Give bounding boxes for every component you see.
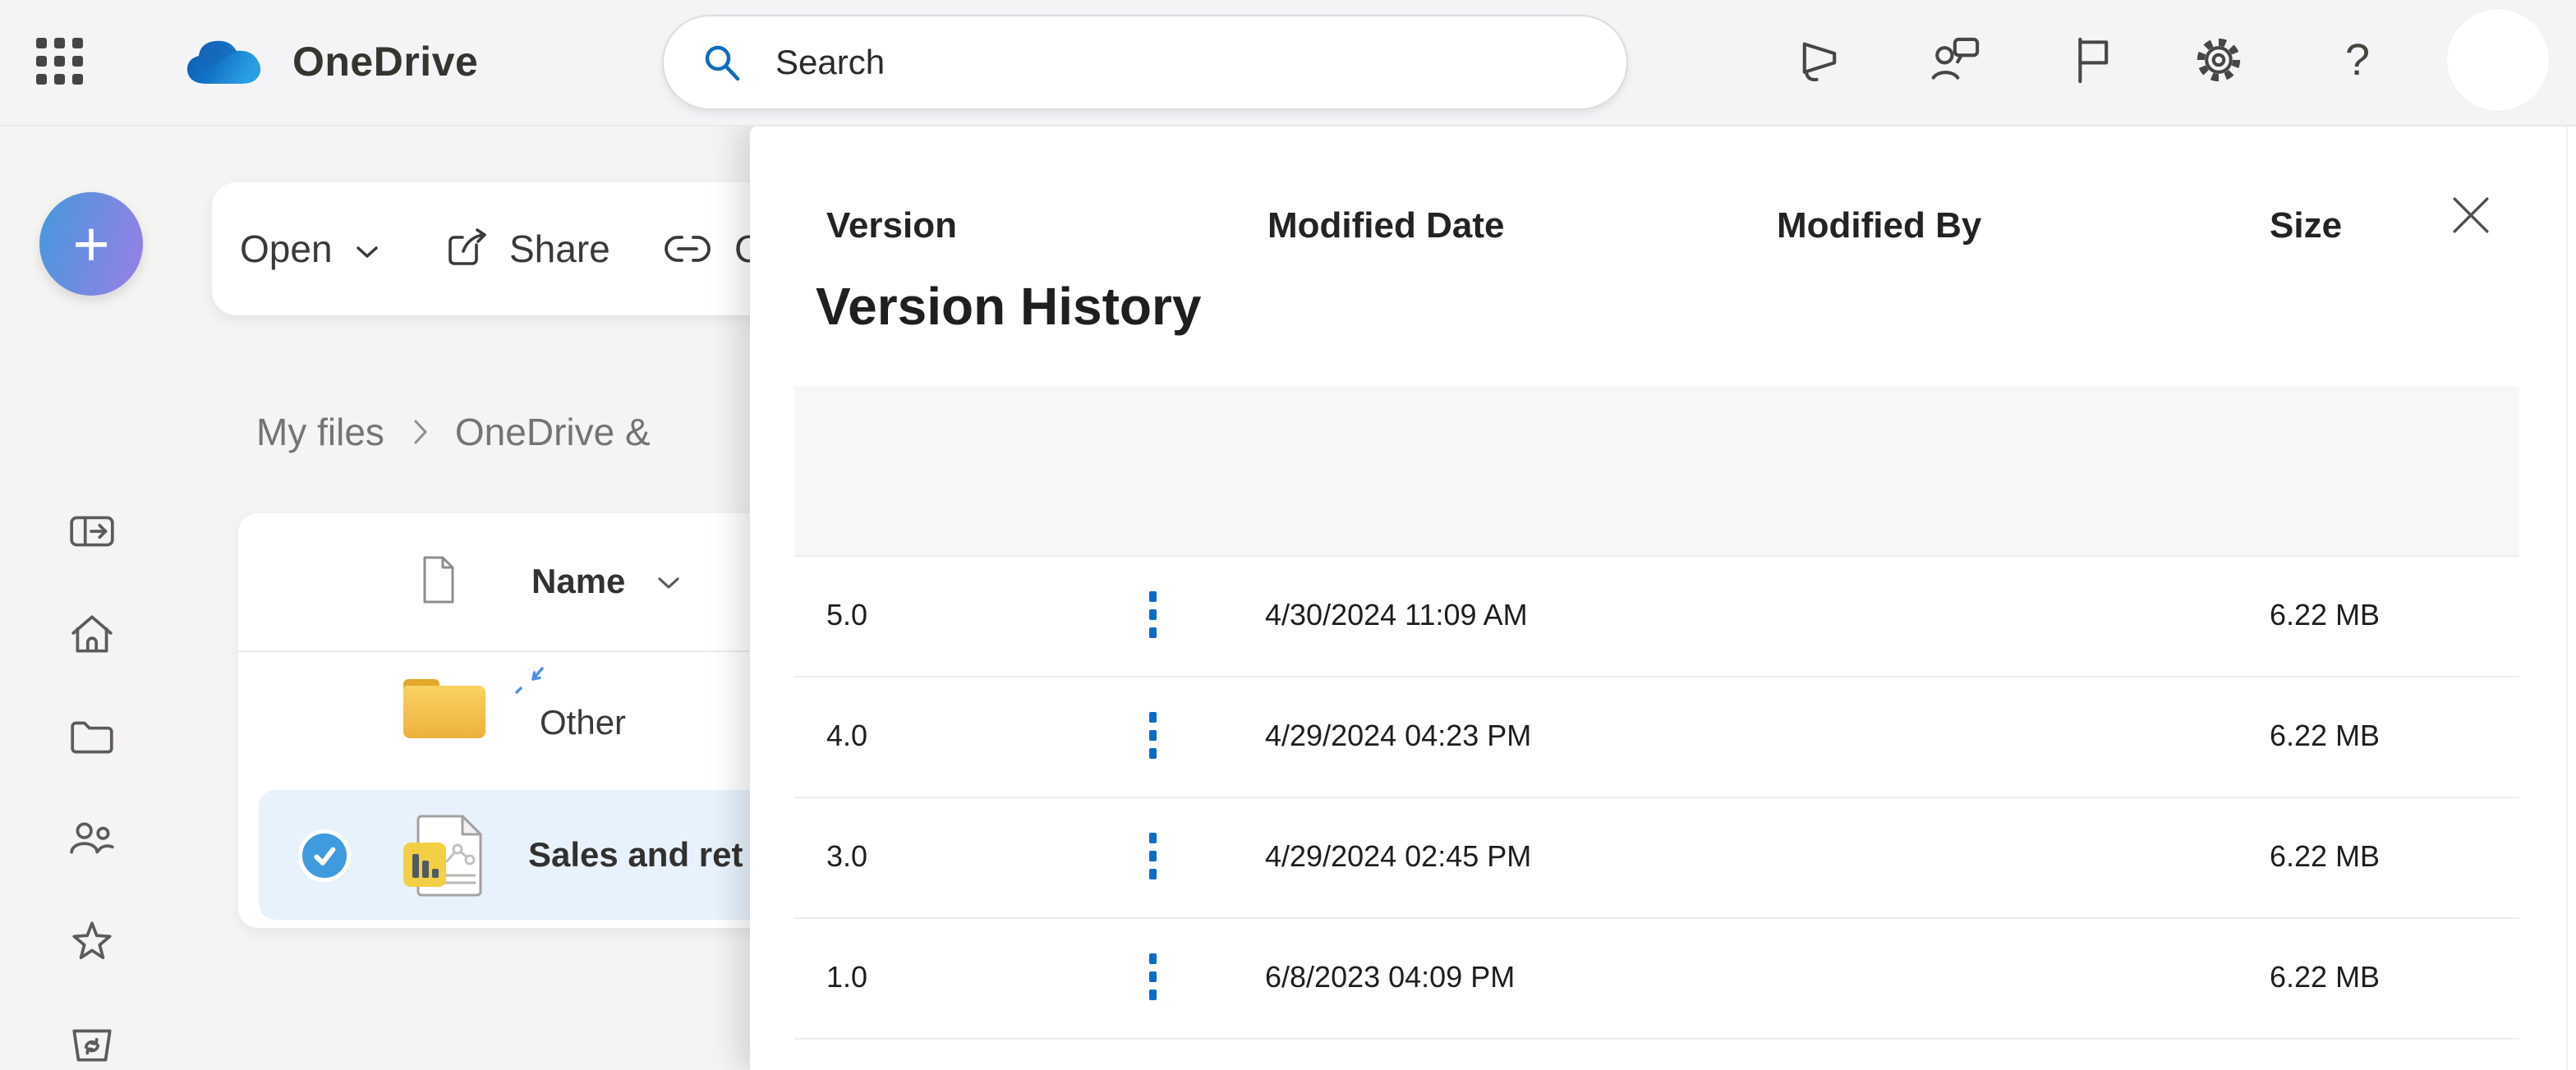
breadcrumb-chevron-icon	[412, 418, 430, 446]
version-value: 1.0	[826, 917, 867, 1036]
feedback-person-chat-icon[interactable]	[1925, 30, 1986, 90]
sidebar-item-favorites-star-icon[interactable]	[67, 916, 117, 966]
column-header-version: Version	[826, 126, 957, 295]
folder-icon	[403, 679, 485, 745]
file-name: Sales and ret	[528, 790, 743, 920]
whats-new-flag-icon[interactable]	[2061, 30, 2122, 90]
version-more-options-ellipsis-icon[interactable]	[1129, 797, 1175, 916]
copy-link-button[interactable]: C	[662, 182, 761, 315]
version-more-options-ellipsis-icon[interactable]	[1129, 555, 1175, 674]
help-glyph: ?	[2345, 34, 2370, 85]
sidebar-item-recycle-bin-icon[interactable]	[67, 1018, 117, 1068]
sidebar-item-my-files-folder-icon[interactable]	[67, 711, 117, 760]
search-box	[662, 15, 1628, 110]
sidebar-item-shared-people-icon[interactable]	[67, 813, 117, 862]
share-label: Share	[509, 227, 610, 271]
settings-gear-icon[interactable]	[2188, 30, 2249, 90]
announcements-megaphone-icon[interactable]	[1789, 30, 1850, 90]
column-header-size: Size	[2270, 126, 2342, 295]
chart-file-icon	[403, 813, 485, 898]
top-bar: OneDrive	[0, 0, 2576, 126]
open-label: Open	[240, 227, 333, 271]
onedrive-cloud-logo-icon	[182, 33, 266, 91]
plus-glyph: +	[72, 212, 110, 276]
chevron-down-icon	[354, 243, 380, 261]
size-value: 6.22 MB	[2270, 676, 2380, 795]
version-row: 3.0 4/29/2024 02:45 PM 6.22 MB	[794, 797, 2519, 919]
file-action-toolbar: Open Share C	[212, 182, 787, 315]
version-more-options-ellipsis-icon[interactable]	[1129, 676, 1175, 795]
modified-date-value: 6/8/2023 04:09 PM	[1265, 917, 1515, 1036]
version-row: 4.0 4/29/2024 04:23 PM 6.22 MB	[794, 676, 2519, 798]
search-input[interactable]	[774, 42, 1516, 83]
search-icon	[700, 40, 744, 85]
name-column-header[interactable]: Name	[531, 513, 681, 649]
name-header-label: Name	[531, 562, 625, 601]
modified-date-value: 4/30/2024 11:09 AM	[1265, 555, 1528, 674]
app-launcher-waffle-icon[interactable]	[36, 38, 85, 87]
modified-date-value: 4/29/2024 02:45 PM	[1265, 797, 1531, 916]
version-table-header	[794, 386, 2519, 557]
share-button[interactable]: Share	[444, 182, 610, 315]
breadcrumb-current-folder[interactable]: OneDrive &	[455, 410, 651, 454]
sidebar-item-expand-panel-icon[interactable]	[67, 507, 117, 556]
size-value: 6.22 MB	[2270, 917, 2380, 1036]
left-sidebar: +	[0, 125, 182, 1070]
app-title: OneDrive	[292, 0, 478, 123]
selected-check-icon	[298, 829, 351, 882]
version-row: 1.0 6/8/2023 04:09 PM 6.22 MB	[794, 917, 2519, 1040]
onedrive-app: OneDrive	[0, 0, 2576, 1070]
share-icon	[444, 225, 491, 273]
close-icon[interactable]	[2445, 189, 2497, 241]
folder-name: Other	[540, 661, 626, 784]
account-avatar[interactable]	[2447, 9, 2549, 111]
version-more-options-ellipsis-icon[interactable]	[1129, 917, 1175, 1036]
modified-date-value: 4/29/2024 04:23 PM	[1265, 676, 1531, 795]
version-row: 5.0 4/30/2024 11:09 AM 6.22 MB	[794, 555, 2519, 677]
size-value: 6.22 MB	[2270, 797, 2380, 916]
size-value: 6.22 MB	[2270, 555, 2380, 674]
version-value: 3.0	[826, 797, 867, 916]
document-type-icon	[420, 555, 458, 604]
add-new-button[interactable]: +	[39, 192, 143, 296]
panel-scroll-gutter-divider	[2566, 126, 2568, 1070]
help-question-icon[interactable]: ?	[2327, 30, 2388, 90]
column-header-modified-by: Modified By	[1777, 126, 1981, 295]
link-icon	[662, 233, 713, 264]
breadcrumb-my-files[interactable]: My files	[256, 410, 384, 454]
version-history-panel: Version History Version Modified Date Mo…	[750, 126, 2576, 1070]
sort-chevron-down-icon	[656, 576, 681, 592]
version-value: 4.0	[826, 676, 867, 795]
column-header-modified-date: Modified Date	[1267, 126, 1504, 295]
breadcrumb: My files OneDrive &	[256, 404, 651, 460]
open-button[interactable]: Open	[240, 182, 380, 315]
sidebar-item-home-icon[interactable]	[67, 609, 117, 659]
version-value: 5.0	[826, 555, 867, 674]
